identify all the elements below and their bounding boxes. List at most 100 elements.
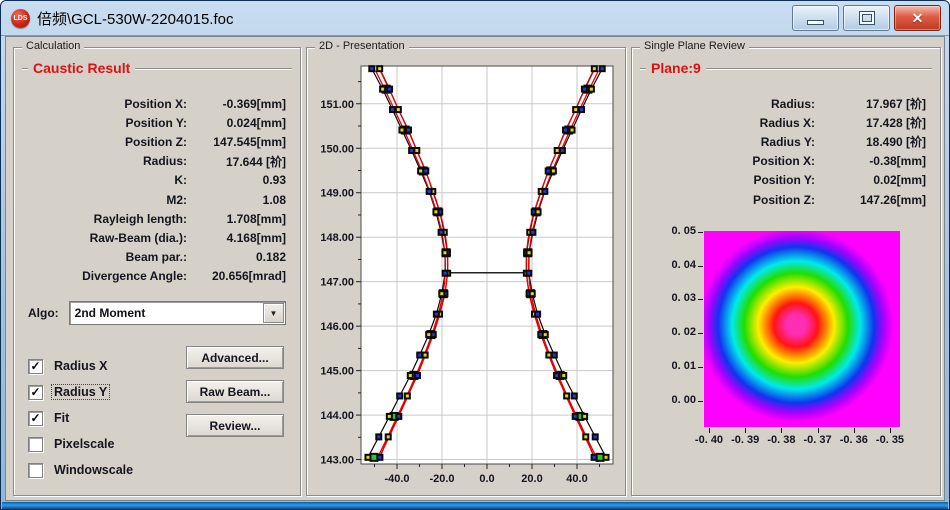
- titlebar[interactable]: LDS 倍频\GCL-530W-2204015.foc ✕: [1, 1, 949, 36]
- caustic-result-group: Caustic Result: [22, 68, 292, 69]
- checkbox-radius-x[interactable]: ✓ Radius X: [28, 356, 110, 376]
- profile-y-tick-mark: [698, 266, 703, 267]
- caustic-result-row-position-x: Position X:-0.369[mm]: [22, 94, 292, 113]
- caustic-result-row-position-z: Position Z:147.545[mm]: [22, 132, 292, 151]
- caustic-result-label: Raw-Beam (dia.):: [22, 231, 187, 245]
- svg-text:146.00: 146.00: [320, 321, 354, 333]
- profile-y-tick-label: 0. 00: [638, 394, 696, 406]
- profile-x-tick-mark: [745, 428, 746, 433]
- profile-y-tick-label: 0. 02: [638, 326, 696, 338]
- caustic-result-row-radius: Radius:17.644 [祄]: [22, 152, 292, 171]
- checkbox-windowscale[interactable]: Windowscale: [28, 460, 135, 480]
- caustic-result-value: 147.545[mm]: [187, 135, 292, 149]
- caustic-result-value: 0.182: [187, 250, 292, 264]
- checkbox-label: Radius X: [52, 359, 110, 373]
- raw-beam-button[interactable]: Raw Beam...: [186, 380, 284, 403]
- svg-text:147.00: 147.00: [320, 277, 354, 289]
- caustic-result-label: Position X:: [22, 97, 187, 111]
- review-button[interactable]: Review...: [186, 414, 284, 437]
- caustic-result-row-m2: M2:1.08: [22, 190, 292, 209]
- checkbox-checked-icon[interactable]: ✓: [28, 359, 43, 374]
- profile-y-tick-mark: [698, 333, 703, 334]
- caustic-result-row-raw-beam-dia: Raw-Beam (dia.):4.168[mm]: [22, 228, 292, 247]
- profile-x-tick-mark: [781, 428, 782, 433]
- caustic-result-row-divergence-angle: Divergence Angle:20.656[mrad]: [22, 267, 292, 286]
- svg-text:143.00: 143.00: [320, 455, 354, 467]
- profile-y-tick-mark: [698, 401, 703, 402]
- checkbox-unchecked-icon[interactable]: [28, 437, 43, 452]
- profile-y-tick-label: 0. 03: [638, 292, 696, 304]
- svg-text:40.0: 40.0: [566, 473, 587, 485]
- checkbox-label: Radius Y: [52, 385, 109, 399]
- svg-text:150.00: 150.00: [320, 143, 354, 155]
- app-icon: LDS: [11, 9, 30, 28]
- algo-label: Algo:: [28, 306, 59, 320]
- caustic-result-label: Radius:: [22, 154, 187, 168]
- caustic-result-label: Divergence Angle:: [22, 269, 187, 283]
- checkbox-checked-icon[interactable]: ✓: [28, 411, 43, 426]
- svg-text:-20.0: -20.0: [429, 473, 454, 485]
- checkbox-label: Windowscale: [52, 463, 135, 477]
- app-window: LDS 倍频\GCL-530W-2204015.foc ✕ Calculatio…: [0, 0, 950, 510]
- algo-row: Algo: 2nd Moment ▼: [28, 301, 286, 325]
- beam-profile-image: [704, 231, 900, 427]
- minimize-button[interactable]: [792, 5, 839, 31]
- single-plane-panel: Single Plane Review Plane:9 Radius:17.96…: [631, 47, 941, 496]
- svg-text:144.00: 144.00: [320, 410, 354, 422]
- options-area: ✓ Radius X ✓ Radius Y ✓Fit Pixelscale Windowsc…: [28, 348, 290, 487]
- caustic-result-value: -0.369[mm]: [187, 97, 292, 111]
- window-controls: ✕: [792, 5, 941, 31]
- profile-x-tick-mark: [854, 428, 855, 433]
- close-button[interactable]: ✕: [894, 5, 941, 31]
- advanced-button[interactable]: Advanced...: [186, 346, 284, 369]
- window-bottom-border: [2, 502, 948, 509]
- caustic-result-value: 4.168[mm]: [187, 231, 292, 245]
- caustic-result-value: 0.024[mm]: [187, 116, 292, 130]
- algo-selected-value: 2nd Moment: [70, 306, 263, 320]
- svg-text:0.0: 0.0: [479, 473, 494, 485]
- caustic-result-heading: Caustic Result: [28, 60, 135, 76]
- checkbox-label: Pixelscale: [52, 437, 116, 451]
- profile-y-tick-mark: [698, 299, 703, 300]
- svg-text:-40.0: -40.0: [384, 473, 409, 485]
- svg-text:151.00: 151.00: [320, 99, 354, 111]
- caustic-result-value: 1.08: [187, 193, 292, 207]
- checkbox-pixelscale[interactable]: Pixelscale: [28, 434, 116, 454]
- presentation-panel-title: 2D - Presentation: [315, 40, 409, 52]
- profile-x-tick-label: -0. 35: [868, 434, 912, 446]
- chevron-down-icon[interactable]: ▼: [263, 303, 284, 323]
- caustic-result-value: 20.656[mrad]: [187, 269, 292, 283]
- caustic-result-row-beam-par: Beam par.:0.182: [22, 248, 292, 267]
- maximize-button[interactable]: [843, 5, 890, 31]
- caustic-result-label: M2:: [22, 193, 187, 207]
- checkbox-checked-icon[interactable]: ✓: [28, 385, 43, 400]
- profile-y-tick-label: 0. 05: [638, 225, 696, 237]
- caustic-result-row-k: K:0.93: [22, 171, 292, 190]
- profile-y-tick-label: 0. 04: [638, 259, 696, 271]
- checkbox-fit[interactable]: ✓Fit: [28, 408, 71, 428]
- profile-x-tick-mark: [890, 428, 891, 433]
- presentation-panel: 2D - Presentation 151.00150.00149.00148.…: [306, 47, 626, 496]
- checkbox-unchecked-icon[interactable]: [28, 463, 43, 478]
- caustic-result-label: Beam par.:: [22, 250, 187, 264]
- caustic-result-row-position-y: Position Y:0.024[mm]: [22, 113, 292, 132]
- maximize-icon: [860, 12, 874, 24]
- minimize-icon: [807, 20, 824, 25]
- close-icon: ✕: [912, 11, 924, 25]
- beam-profile-area: 0. 050. 040. 030. 020. 010. 00-0. 40-0. …: [632, 48, 940, 495]
- caustic-result-value: 1.708[mm]: [187, 212, 292, 226]
- profile-y-tick-label: 0. 01: [638, 360, 696, 372]
- calculation-panel-title: Calculation: [22, 40, 84, 52]
- caustic-result-value: 17.644 [祄]: [187, 153, 292, 170]
- profile-y-tick-mark: [698, 367, 703, 368]
- caustic-result-values: Position X:-0.369[mm]Position Y:0.024[mm…: [22, 94, 292, 286]
- algo-dropdown[interactable]: 2nd Moment ▼: [69, 301, 286, 325]
- caustic-result-label: Position Z:: [22, 135, 187, 149]
- checkbox-radius-y[interactable]: ✓ Radius Y: [28, 382, 109, 402]
- caustic-result-label: K:: [22, 173, 187, 187]
- svg-text:20.0: 20.0: [521, 473, 542, 485]
- client-area: Calculation Caustic Result Position X:-0…: [5, 36, 945, 501]
- caustic-result-label: Rayleigh length:: [22, 212, 187, 226]
- calculation-panel: Calculation Caustic Result Position X:-0…: [13, 47, 301, 496]
- profile-x-tick-mark: [818, 428, 819, 433]
